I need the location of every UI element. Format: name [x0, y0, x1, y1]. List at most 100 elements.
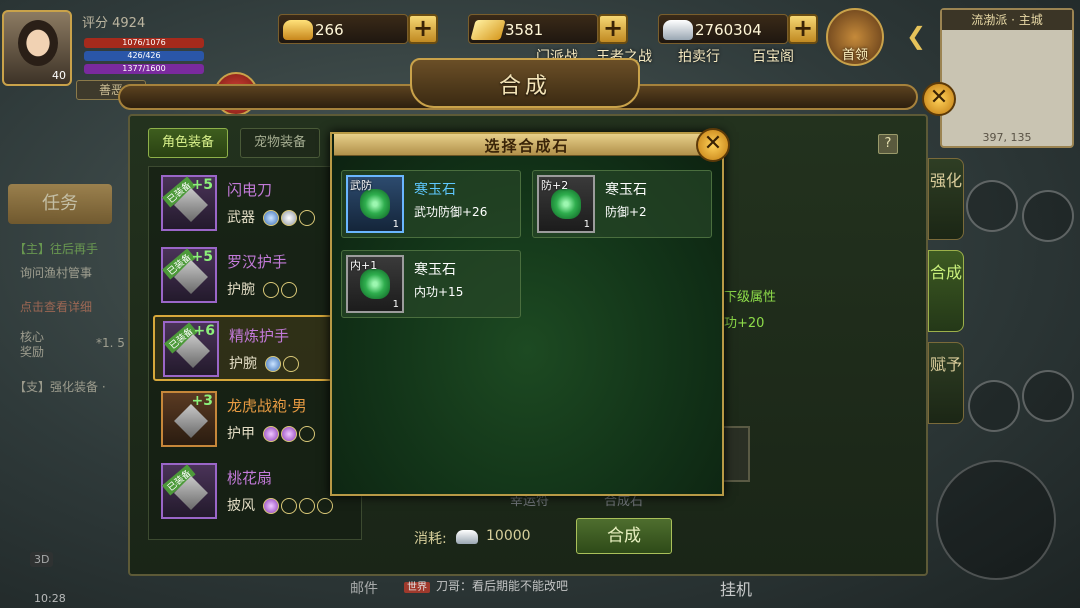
chat-message: 刀哥：看后期能不能改吧 — [436, 579, 569, 593]
gold-bar-icon — [470, 20, 506, 40]
gem-icon — [263, 497, 279, 514]
stone-name: 寒玉石 — [414, 182, 456, 198]
close-window-button[interactable]: ✕ — [922, 82, 956, 116]
equipment-icon: 已装备 +6 — [163, 321, 219, 377]
currency-gold-ingot: 266 + — [278, 14, 438, 44]
empty-gem-slot — [299, 425, 315, 442]
empty-gem-slot — [263, 281, 279, 298]
stone-option[interactable]: 内+1 1 寒玉石 内功+15 — [341, 250, 521, 318]
view-mode-badge[interactable]: 3D — [30, 552, 54, 567]
currency-box: 2760304 — [658, 14, 788, 44]
stone-count: 1 — [392, 219, 399, 230]
gem-icon — [263, 425, 279, 442]
gem-slots — [263, 279, 299, 298]
help-button[interactable]: ? — [878, 134, 898, 154]
enhance-level: +6 — [193, 323, 215, 339]
synthesize-button[interactable]: 合成 — [576, 518, 672, 554]
empty-gem-slot — [299, 497, 315, 514]
bag-icon[interactable] — [1022, 190, 1074, 242]
gem-icon — [265, 355, 281, 372]
chat-line[interactable]: 世界 刀哥：看后期能不能改吧 — [404, 577, 568, 594]
stone-tag: 武防 — [350, 179, 372, 192]
enhance-level: +5 — [191, 177, 213, 193]
hp-bar: 1076/1076 — [84, 38, 204, 48]
skill-slot[interactable] — [1022, 370, 1074, 422]
empty-gem-slot — [317, 497, 333, 514]
add-gold-ingot-button[interactable]: + — [408, 14, 438, 44]
player-portrait[interactable]: 40 — [2, 10, 72, 86]
stone-attribute: 防御+2 — [605, 205, 647, 219]
equipment-type: 护腕 — [229, 356, 257, 372]
tab-synthesis[interactable]: 合成 — [928, 250, 964, 332]
minimap-coords: 397, 135 — [982, 131, 1032, 144]
gem-slots — [263, 423, 317, 442]
enhance-level: +3 — [191, 393, 213, 409]
equipment-icon: +3 — [161, 391, 217, 447]
stone-name: 寒玉石 — [605, 182, 647, 198]
equipment-name: 龙虎战袍·男 — [227, 397, 307, 415]
list-item[interactable]: +3 龙虎战袍·男 护甲 — [153, 387, 353, 453]
auto-battle-button[interactable]: 挂机 — [720, 576, 752, 600]
list-item-selected[interactable]: 已装备 +6 精炼护手 护腕 — [153, 315, 353, 381]
cost-label: 消耗: — [414, 531, 447, 547]
main-quest-title[interactable]: 【主】往后再手 — [14, 240, 98, 257]
equipment-type: 武器 — [227, 210, 255, 226]
list-item[interactable]: 已装备 桃花扇 披风 — [153, 459, 353, 525]
side-quest[interactable]: 【支】强化装备 · — [14, 378, 106, 395]
enhance-level: +5 — [191, 249, 213, 265]
minimap[interactable]: 流渤派 · 主城 397, 135 — [940, 8, 1074, 148]
tab-enhance[interactable]: 强化 — [928, 158, 964, 240]
silver-value: 2760304 — [695, 21, 762, 39]
collapse-arrow-icon[interactable]: ❮ — [906, 22, 926, 50]
jade-stone-icon — [360, 269, 390, 299]
equipment-type: 披风 — [227, 498, 255, 514]
tab-character-equipment[interactable]: 角色装备 — [148, 128, 228, 158]
stone-name: 寒玉石 — [414, 262, 456, 278]
task-button[interactable]: 任务 — [8, 184, 112, 224]
mail-button[interactable]: 邮件 — [350, 578, 378, 598]
tab-endow[interactable]: 赋予 — [928, 342, 964, 424]
jade-stone-icon — [551, 189, 581, 219]
skill-slot[interactable] — [966, 180, 1018, 232]
gem-slots — [263, 207, 317, 226]
stone-tag: 内+1 — [350, 259, 378, 272]
list-item[interactable]: 已装备 +5 闪电刀 武器 — [153, 171, 353, 237]
stone-attribute: 内功+15 — [414, 285, 464, 299]
quest-alert[interactable]: 点击查看详细 — [20, 298, 92, 315]
equipment-type: 护腕 — [227, 282, 255, 298]
mp-bar: 426/426 — [84, 51, 204, 61]
gem-slots — [265, 353, 301, 372]
boss-label: 首领 — [841, 48, 868, 63]
empty-gem-slot — [281, 497, 297, 514]
silver-ingot-icon — [663, 20, 693, 40]
equipment-name: 闪电刀 — [227, 181, 273, 199]
jade-stone-icon — [360, 189, 390, 219]
attack-button[interactable] — [936, 460, 1056, 580]
menu-auction[interactable]: 拍卖行 — [678, 46, 720, 66]
main-quest-desc[interactable]: 询问渔村管事 — [20, 264, 92, 281]
player-level: 40 — [52, 69, 66, 82]
tab-pet-equipment[interactable]: 宠物装备 — [240, 128, 320, 158]
window-title: 合成 — [498, 74, 551, 99]
add-gold-bar-button[interactable]: + — [598, 14, 628, 44]
equipment-icon: 已装备 +5 — [161, 247, 217, 303]
reward-count: *1. 5 — [96, 336, 125, 350]
cost-value: 10000 — [486, 528, 531, 544]
menu-treasure-shop[interactable]: 百宝阁 — [752, 46, 794, 66]
next-level-attr-label: 下级属性 — [724, 290, 777, 305]
list-item[interactable]: 已装备 +5 罗汉护手 护腕 — [153, 243, 353, 309]
stone-slot: 武防 1 — [346, 175, 404, 233]
currency-silver: 2760304 + — [658, 14, 818, 44]
stone-slot: 防+2 1 — [537, 175, 595, 233]
gem-icon — [263, 209, 279, 226]
skill-slot[interactable] — [968, 380, 1020, 432]
stone-count: 1 — [392, 299, 399, 310]
stone-option[interactable]: 防+2 1 寒玉石 防御+2 — [532, 170, 712, 238]
add-silver-button[interactable]: + — [788, 14, 818, 44]
gem-icon — [281, 209, 297, 226]
stone-option[interactable]: 武防 1 寒玉石 武功防御+26 — [341, 170, 521, 238]
minimap-title: 流渤派 · 主城 — [942, 10, 1072, 30]
core-reward-label: 核心奖励 — [20, 330, 45, 359]
equipment-icon: 已装备 +5 — [161, 175, 217, 231]
close-popup-button[interactable]: ✕ — [696, 128, 730, 162]
